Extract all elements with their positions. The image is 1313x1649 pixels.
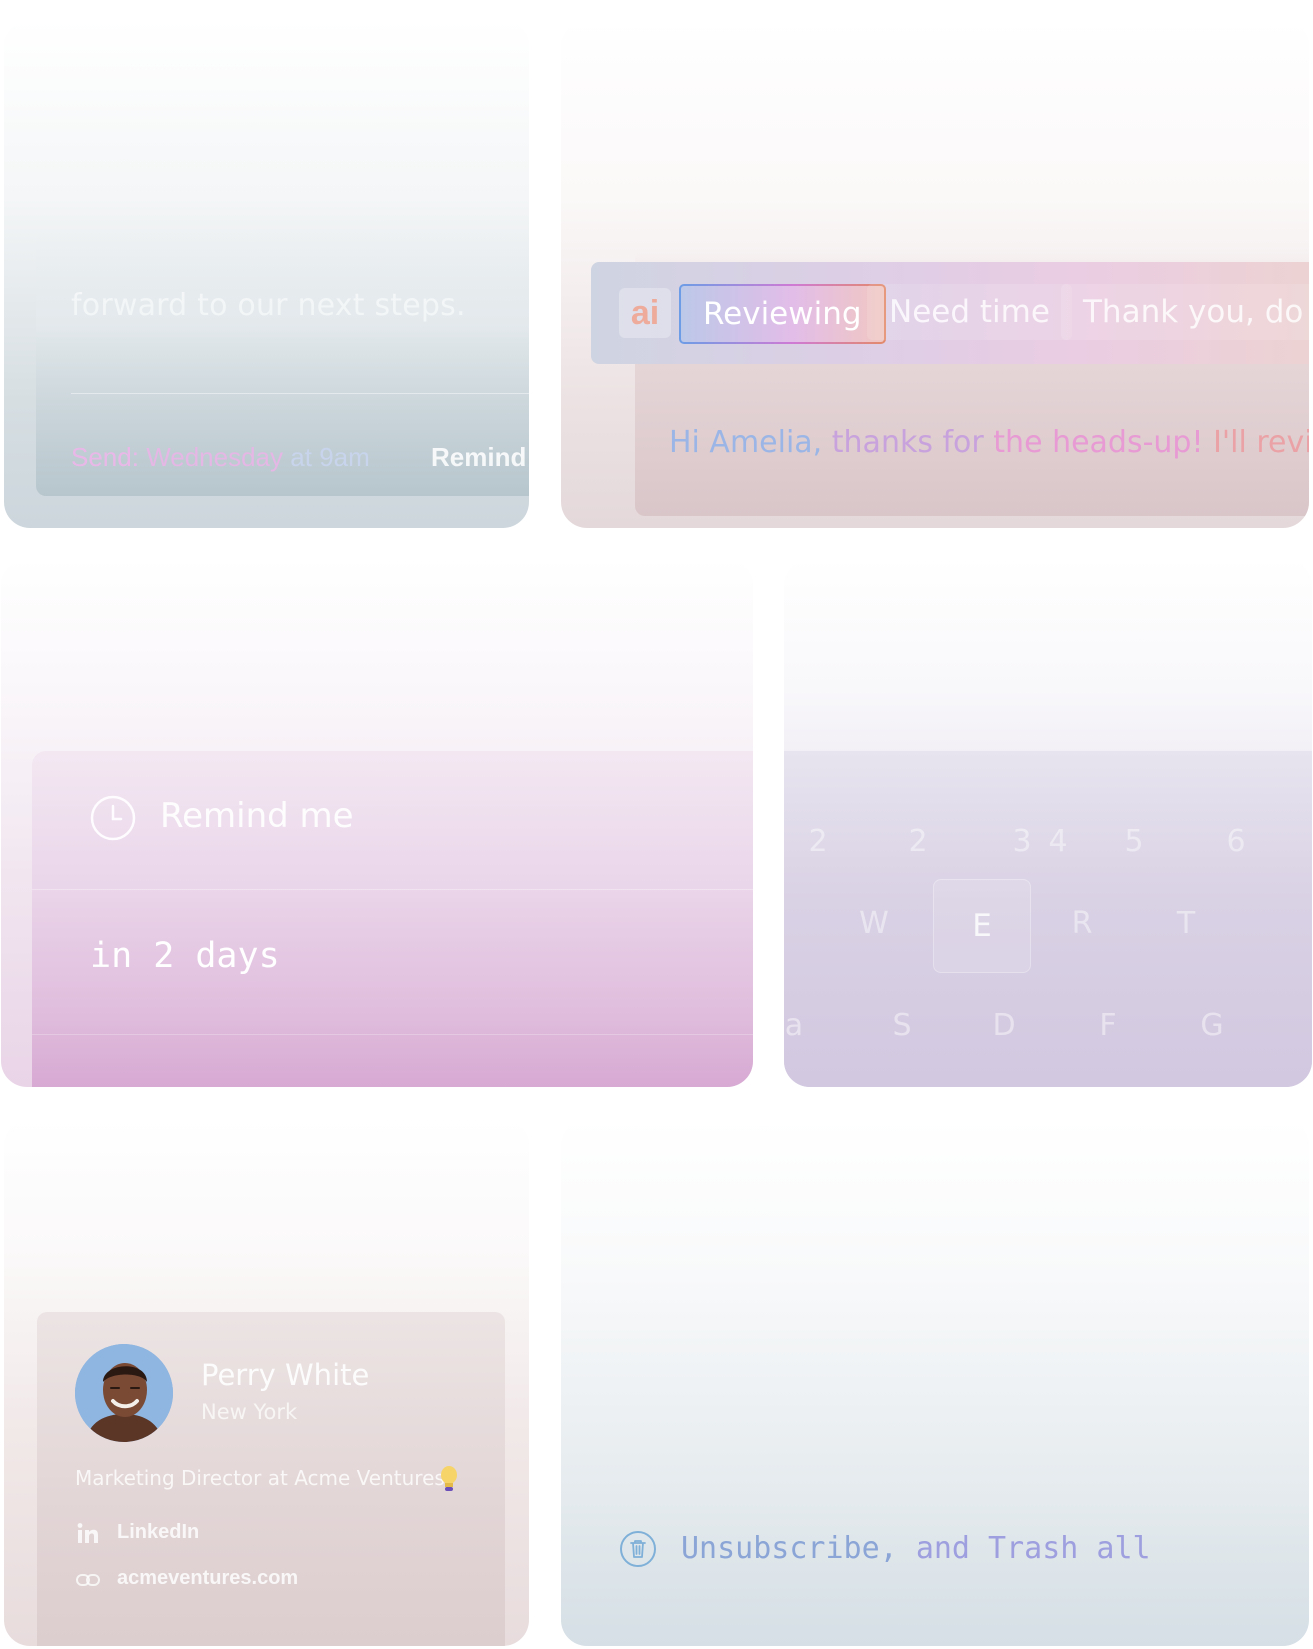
avatar-image [75, 1344, 173, 1442]
remind-option-value: in 2 days [90, 936, 280, 976]
key-3: 3 [1012, 824, 1032, 859]
contact-location: New York [201, 1400, 298, 1424]
send-day: Wednesday [146, 442, 284, 472]
key-2b: 2 [908, 824, 928, 859]
lightbulb-icon [441, 1466, 457, 1491]
key-t: T [1176, 906, 1196, 941]
unsubscribe-trash-action[interactable]: Unsubscribe, and Trash all [681, 1531, 1151, 1566]
chip-need-time[interactable]: Need time [867, 284, 1072, 340]
keyboard-panel: 2 2 3 4 5 6 W E R T a S D F G [784, 751, 1312, 1087]
website-label: acmeventures.com [117, 1567, 299, 1589]
link-icon [76, 1574, 100, 1586]
key-w: W [859, 906, 889, 941]
remind-me-label: Remind me [160, 796, 354, 836]
chip-reviewing[interactable]: Reviewing [679, 284, 886, 344]
key-s: S [892, 1008, 912, 1043]
contact-panel: Perry White New York Marketing Director … [37, 1312, 505, 1646]
remind-option-row[interactable]: in 2 days [32, 890, 753, 1035]
reply-thanks: thanks for [831, 425, 984, 460]
remind-me-row[interactable]: Remind me [32, 751, 753, 890]
send-schedule-button[interactable]: Send: Wednesday at 9am [71, 442, 370, 473]
keyboard-shortcuts-card: 2 2 3 4 5 6 W E R T a S D F G [784, 559, 1312, 1087]
linkedin-label: LinkedIn [117, 1521, 200, 1543]
key-6: 6 [1226, 824, 1246, 859]
trash-all-label: and Trash all [915, 1531, 1151, 1566]
contact-role: Marketing Director at Acme Ventures [75, 1466, 445, 1490]
key-r: R [1071, 906, 1093, 941]
key-4: 4 [1048, 824, 1068, 859]
reply-review: I'll review [1213, 425, 1309, 460]
email-body-text: forward to our next steps. [71, 288, 466, 323]
key-f: F [1099, 1008, 1117, 1043]
reply-heads-up: the heads-up! [993, 425, 1204, 460]
avatar[interactable] [75, 1344, 173, 1442]
schedule-send-card: forward to our next steps. Send: Wednesd… [4, 20, 529, 528]
key-2a: 2 [808, 824, 828, 859]
ai-badge-icon: ai [619, 288, 671, 338]
key-g: G [1200, 1008, 1224, 1043]
reply-greeting: Hi Amelia, [669, 425, 823, 460]
linkedin-icon [77, 1523, 98, 1543]
unsubscribe-card: Unsubscribe, and Trash all [561, 1119, 1309, 1646]
contact-card: Perry White New York Marketing Director … [4, 1119, 529, 1646]
remind-panel: Remind me in 2 days [32, 751, 753, 1087]
key-a: a [784, 1008, 804, 1043]
divider [71, 393, 529, 394]
remind-me-card: Remind me in 2 days [1, 559, 753, 1087]
trash-icon [620, 1531, 656, 1567]
ai-suggestion-bar: ai Reviewing Need time Thank you, do [591, 262, 1309, 364]
clock-icon [90, 795, 136, 841]
key-e-highlighted[interactable]: E [933, 879, 1031, 973]
key-5: 5 [1124, 824, 1144, 859]
ai-reply-card: ai Reviewing Need time Thank you, do Hi … [561, 20, 1309, 528]
key-d: D [992, 1008, 1016, 1043]
send-at: at [290, 442, 312, 472]
contact-name: Perry White [201, 1358, 370, 1392]
chip-thank-you[interactable]: Thank you, do [1061, 284, 1309, 340]
send-time: 9am [319, 442, 370, 472]
unsubscribe-label: Unsubscribe, [681, 1531, 898, 1566]
send-label: Send: [71, 442, 139, 472]
remind-button[interactable]: Remind [431, 442, 526, 473]
ai-reply-text[interactable]: Hi Amelia, thanks for the heads-up! I'll… [669, 425, 1309, 460]
